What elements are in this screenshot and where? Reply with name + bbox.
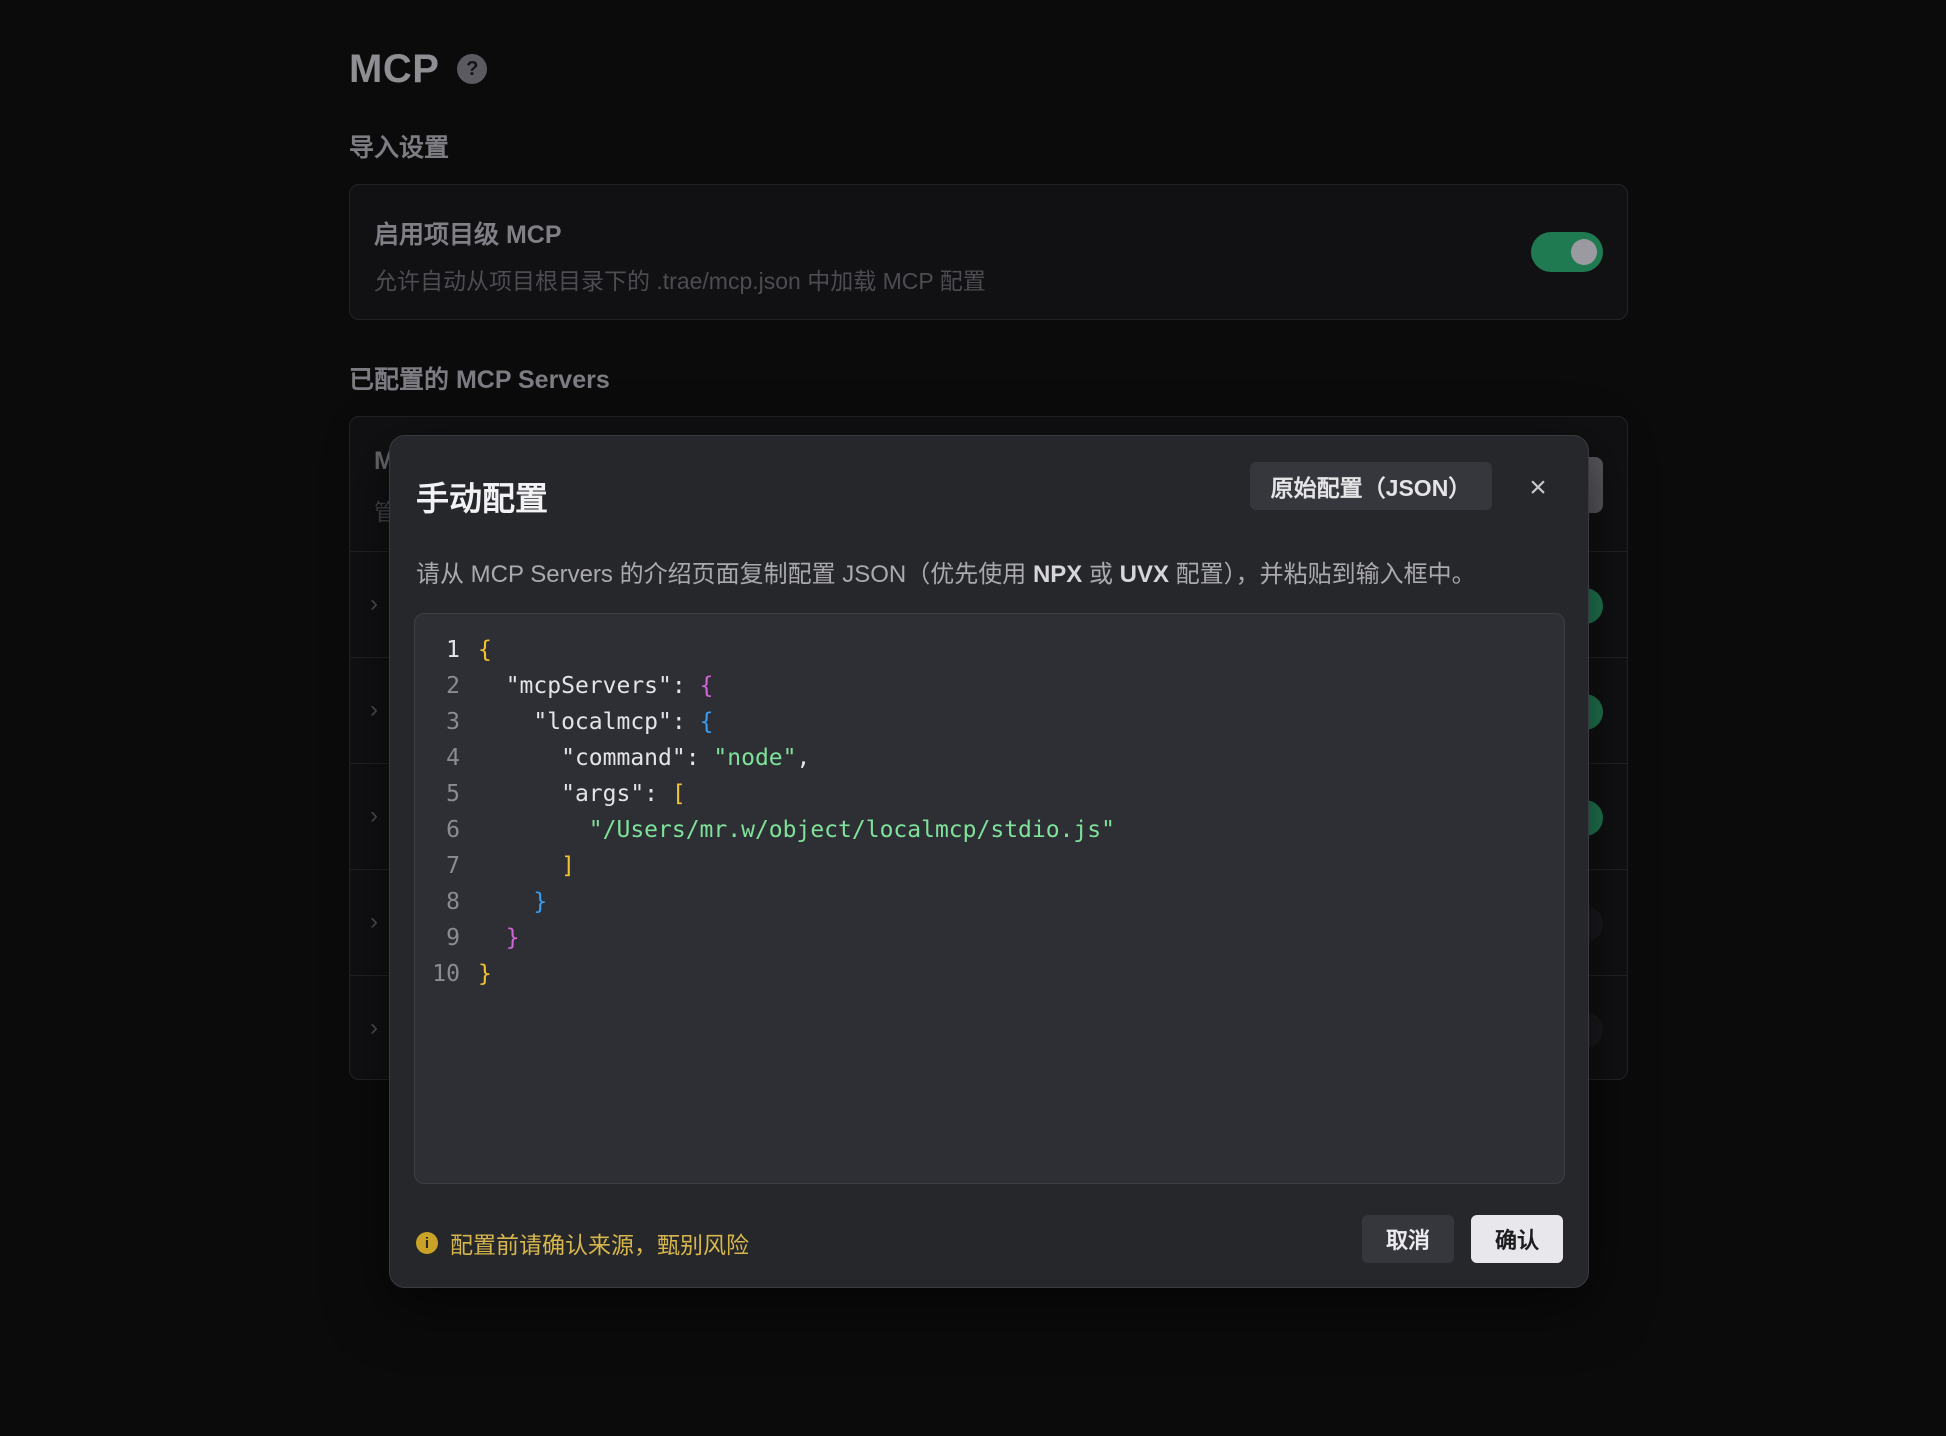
help-icon[interactable]: ? bbox=[457, 54, 488, 84]
chevron-right-icon[interactable]: › bbox=[370, 802, 378, 830]
manual-config-dialog: 手动配置 原始配置（JSON） × 请从 MCP Servers 的介绍页面复制… bbox=[389, 435, 1589, 1288]
line-number: 10 bbox=[432, 961, 460, 987]
source-warning: i 配置前请确认来源，甄别风险 bbox=[416, 1226, 749, 1260]
code-line: 1{ bbox=[415, 632, 1564, 668]
code-line: 6 "/Users/mr.w/object/localmcp/stdio.js" bbox=[415, 812, 1564, 848]
desc-uvx: UVX bbox=[1119, 561, 1169, 588]
line-number: 6 bbox=[446, 817, 460, 843]
code-line: 8 } bbox=[415, 884, 1564, 920]
chevron-right-icon[interactable]: › bbox=[370, 590, 378, 618]
warning-text: 配置前请确认来源，甄别风险 bbox=[450, 1232, 749, 1258]
toggle-knob bbox=[1571, 239, 1597, 265]
chevron-right-icon[interactable]: › bbox=[370, 1014, 378, 1042]
desc-text: 请从 MCP Servers 的介绍页面复制配置 JSON（优先使用 bbox=[416, 561, 1033, 588]
cancel-button[interactable]: 取消 bbox=[1362, 1215, 1454, 1263]
line-number: 5 bbox=[446, 781, 460, 807]
line-number: 9 bbox=[446, 925, 460, 951]
dialog-title: 手动配置 bbox=[416, 480, 548, 517]
line-number: 2 bbox=[446, 673, 460, 699]
code-line: 3 "localmcp": { bbox=[415, 704, 1564, 740]
code-text: "/Users/mr.w/object/localmcp/stdio.js" bbox=[588, 817, 1115, 843]
page-header: MCP ? bbox=[349, 44, 1628, 94]
code-text: } bbox=[505, 925, 520, 951]
code-line: 5 "args": [ bbox=[415, 776, 1564, 812]
json-editor[interactable]: 1{ 2 "mcpServers": { 3 "localmcp": { 4 "… bbox=[414, 613, 1565, 1184]
code-text: "mcpServers": { bbox=[505, 673, 714, 699]
line-number: 1 bbox=[446, 637, 460, 663]
project-mcp-card: 启用项目级 MCP 允许自动从项目根目录下的 .trae/mcp.json 中加… bbox=[349, 184, 1628, 320]
line-number: 4 bbox=[446, 745, 460, 771]
code-text: "command": "node", bbox=[561, 745, 811, 771]
line-number: 7 bbox=[446, 853, 460, 879]
code-line: 9 } bbox=[415, 920, 1564, 956]
project-mcp-desc: 允许自动从项目根目录下的 .trae/mcp.json 中加载 MCP 配置 bbox=[374, 268, 986, 294]
code-text: "localmcp": { bbox=[533, 709, 714, 735]
code-line: 7 ] bbox=[415, 848, 1564, 884]
desc-npx: NPX bbox=[1032, 561, 1083, 588]
confirm-button[interactable]: 确认 bbox=[1471, 1215, 1563, 1263]
desc-text: 或 bbox=[1082, 561, 1120, 588]
code-text: } bbox=[478, 961, 492, 987]
line-number: 8 bbox=[446, 889, 460, 915]
code-text: } bbox=[533, 889, 548, 915]
dialog-description: 请从 MCP Servers 的介绍页面复制配置 JSON（优先使用 NPX 或… bbox=[416, 554, 1476, 589]
code-line: 4 "command": "node", bbox=[415, 740, 1564, 776]
import-settings-heading: 导入设置 bbox=[349, 134, 450, 162]
code-line: 2 "mcpServers": { bbox=[415, 668, 1564, 704]
configured-servers-heading: 已配置的 MCP Servers bbox=[349, 366, 610, 394]
code-text: "args": [ bbox=[561, 781, 686, 807]
line-number: 3 bbox=[446, 709, 460, 735]
code-text: { bbox=[478, 637, 492, 663]
chevron-right-icon[interactable]: › bbox=[370, 908, 378, 936]
project-mcp-title: 启用项目级 MCP bbox=[374, 221, 562, 249]
desc-text: 配置），并粘贴到输入框中。 bbox=[1169, 561, 1476, 588]
info-icon: i bbox=[416, 1232, 438, 1254]
page-title: MCP bbox=[349, 46, 440, 91]
project-mcp-toggle[interactable] bbox=[1531, 232, 1603, 272]
raw-json-config-button[interactable]: 原始配置（JSON） bbox=[1250, 462, 1492, 510]
chevron-right-icon[interactable]: › bbox=[370, 696, 378, 724]
code-line: 10} bbox=[415, 956, 1564, 992]
close-icon[interactable]: × bbox=[1521, 471, 1555, 505]
code-text: ] bbox=[561, 853, 575, 879]
